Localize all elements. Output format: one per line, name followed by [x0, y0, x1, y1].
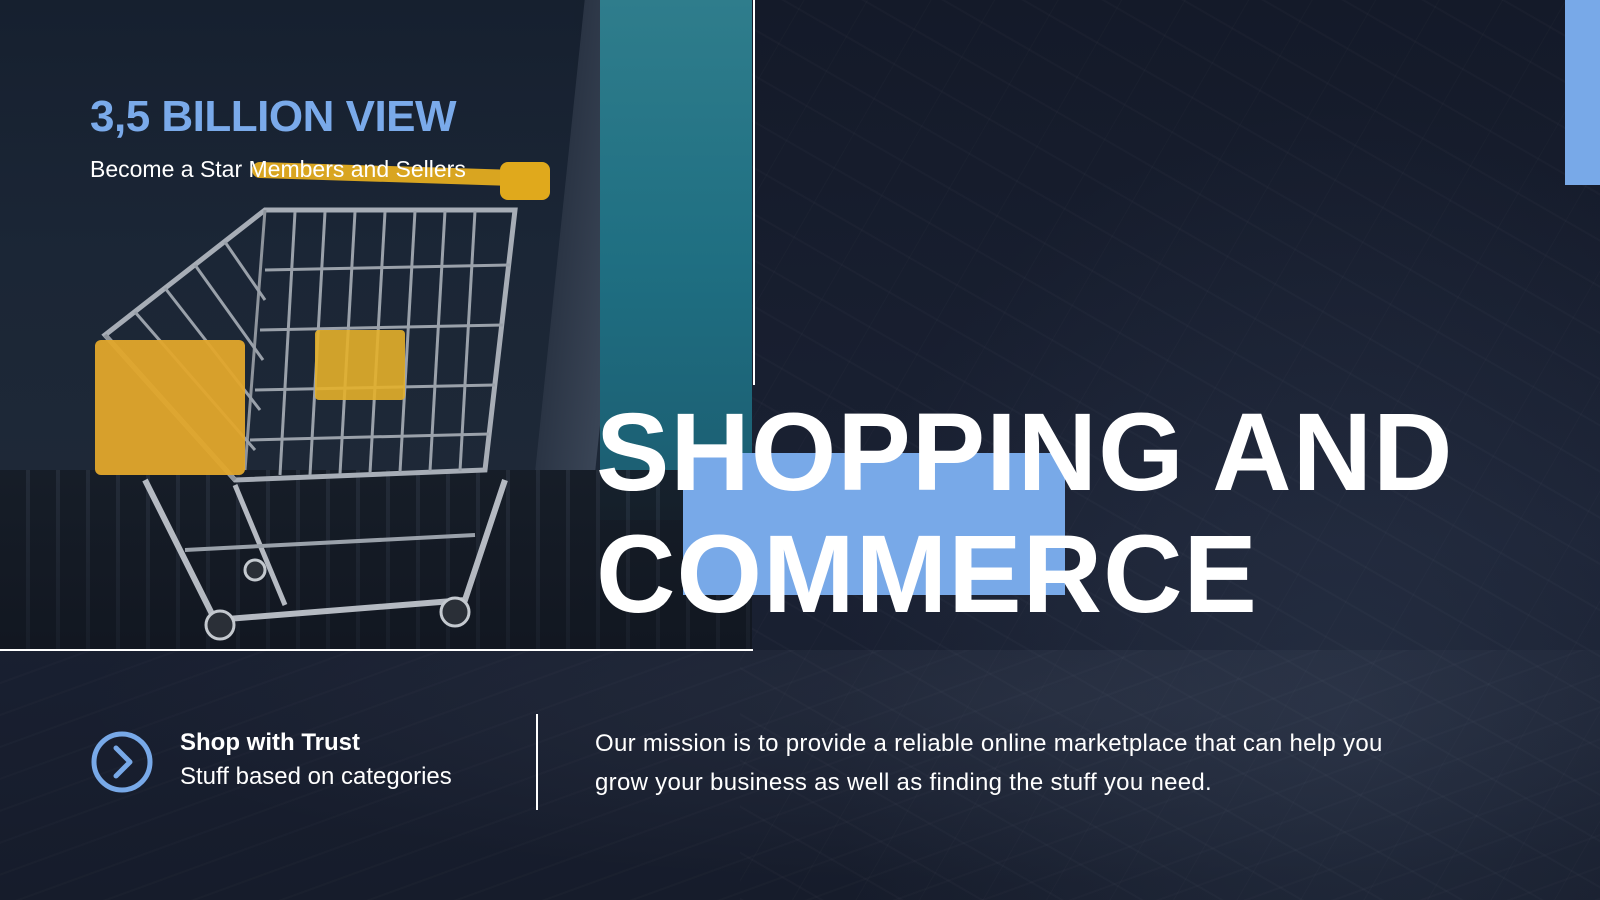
shopping-cart-icon [95, 162, 550, 641]
slide: 3,5 BILLION VIEW Become a Star Members a… [0, 0, 1600, 900]
mission-text: Our mission is to provide a reliable onl… [595, 730, 1383, 796]
page-title-line-1: SHOPPING AND [596, 391, 1454, 514]
frame-line-horizontal [0, 649, 753, 651]
stat-title: 3,5 BILLION VIEW [90, 92, 457, 141]
page-title-line-2: COMMERCE [596, 513, 1258, 636]
frame-line-vertical [753, 0, 755, 385]
page-title: SHOPPING AND COMMERCE [596, 392, 1453, 636]
chevron-right-circle-icon[interactable] [90, 730, 154, 794]
divider [536, 714, 538, 810]
feature-title: Shop with Trust [180, 729, 360, 756]
feature-subtitle: Stuff based on categories [180, 763, 452, 790]
accent-bar-top-right [1565, 0, 1600, 185]
stat-subtitle: Become a Star Members and Sellers [90, 156, 466, 182]
